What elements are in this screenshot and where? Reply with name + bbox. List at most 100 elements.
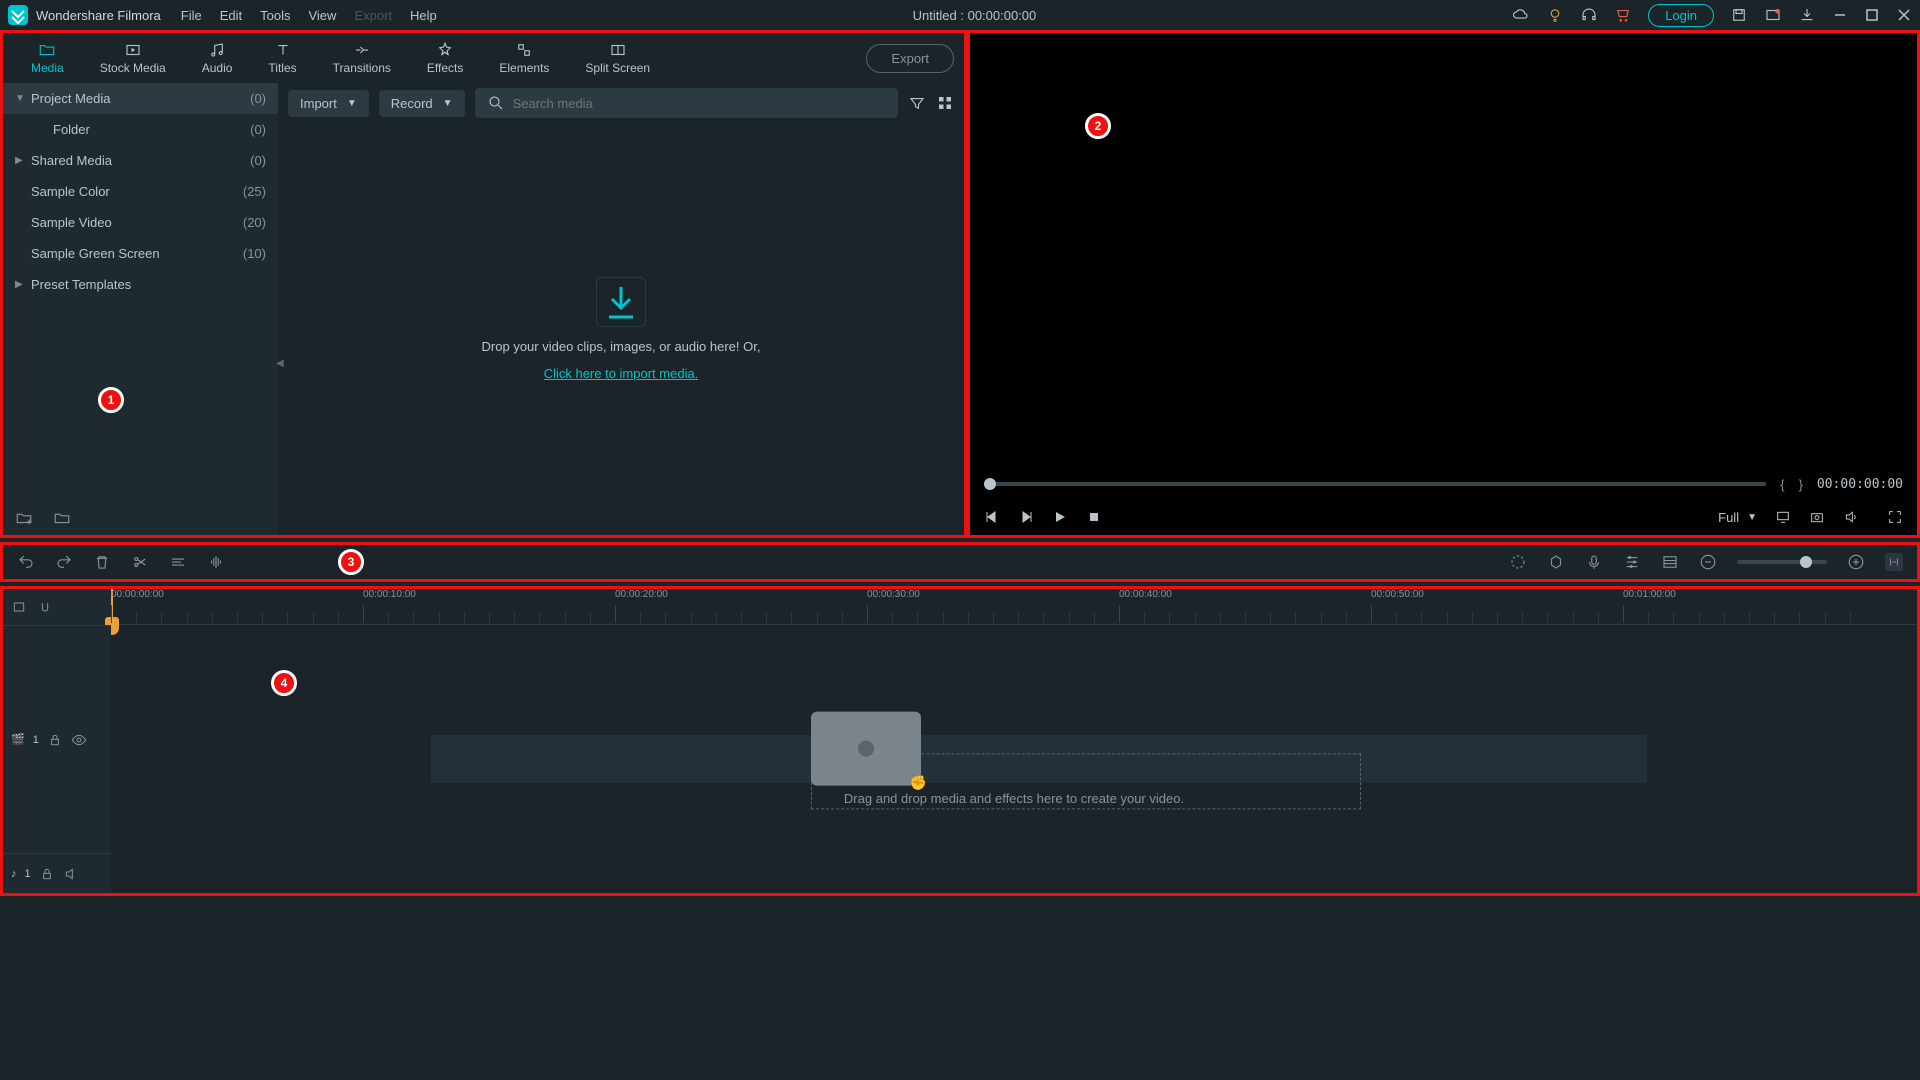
document-title: Untitled : 00:00:00:00	[437, 8, 1512, 23]
voiceover-icon[interactable]	[1585, 553, 1603, 571]
mark-in-icon[interactable]: {	[1780, 477, 1784, 492]
display-icon[interactable]	[1775, 509, 1791, 525]
menu-help[interactable]: Help	[410, 8, 437, 23]
menu-bar: File Edit Tools View Export Help	[181, 8, 437, 23]
lock-icon[interactable]	[39, 866, 55, 882]
scrubber-handle[interactable]	[984, 478, 996, 490]
tab-transitions[interactable]: Transitions	[315, 37, 409, 79]
media-sidebar: ▼ Project Media (0) Folder (0) ▶ Shared …	[3, 83, 278, 535]
search-media-input[interactable]	[475, 88, 898, 118]
menu-file[interactable]: File	[181, 8, 202, 23]
menu-edit[interactable]: Edit	[220, 8, 242, 23]
redo-icon[interactable]	[55, 553, 73, 571]
prev-frame-icon[interactable]	[984, 509, 1000, 525]
title-bar: Wondershare Filmora File Edit Tools View…	[0, 0, 1920, 30]
tab-effects[interactable]: Effects	[409, 37, 481, 79]
login-button[interactable]: Login	[1648, 4, 1714, 27]
message-icon[interactable]	[1764, 6, 1782, 24]
import-dropdown[interactable]: Import ▼	[288, 90, 369, 117]
mute-icon[interactable]	[63, 866, 79, 882]
annotation-badge-4: 4	[271, 670, 297, 696]
track-options-icon[interactable]	[11, 599, 27, 615]
audio-edit-icon[interactable]	[207, 553, 225, 571]
zoom-slider[interactable]	[1737, 560, 1827, 564]
mixer-icon[interactable]	[1623, 553, 1641, 571]
timeline-tracks[interactable]: ✊ Drag and drop media and effects here t…	[111, 625, 1917, 893]
music-icon	[208, 41, 226, 59]
headphones-icon[interactable]	[1580, 6, 1598, 24]
play-icon[interactable]	[1052, 509, 1068, 525]
tab-stock-media[interactable]: Stock Media	[82, 37, 184, 79]
maximize-button[interactable]	[1864, 7, 1880, 23]
tab-media[interactable]: Media	[13, 37, 82, 79]
mark-out-icon[interactable]: }	[1799, 477, 1803, 492]
workspace-tabs: Media Stock Media Audio Titles Transitio…	[3, 33, 964, 83]
lock-icon[interactable]	[47, 732, 63, 748]
close-button[interactable]	[1896, 7, 1912, 23]
cart-icon[interactable]	[1614, 6, 1632, 24]
zoom-handle[interactable]	[1800, 556, 1812, 568]
new-folder-icon[interactable]	[15, 509, 33, 527]
tree-sample-green[interactable]: Sample Green Screen (10)	[3, 238, 278, 269]
zoom-in-icon[interactable]	[1847, 553, 1865, 571]
tab-split-screen[interactable]: Split Screen	[567, 37, 668, 79]
preview-viewport[interactable]	[970, 33, 1917, 469]
text-icon	[274, 41, 292, 59]
fullscreen-icon[interactable]	[1887, 509, 1903, 525]
render-icon[interactable]	[1509, 553, 1527, 571]
next-frame-icon[interactable]	[1018, 509, 1034, 525]
delete-icon[interactable]	[93, 553, 111, 571]
timeline-hint: Drag and drop media and effects here to …	[844, 791, 1184, 806]
tree-folder[interactable]: Folder (0)	[3, 114, 278, 145]
menu-tools[interactable]: Tools	[260, 8, 290, 23]
tree-shared-media[interactable]: ▶ Shared Media (0)	[3, 145, 278, 176]
split-clip-icon[interactable]	[131, 553, 149, 571]
volume-icon[interactable]	[1843, 509, 1859, 525]
import-arrow-icon	[596, 277, 646, 327]
folder-icon[interactable]	[53, 509, 71, 527]
collapse-sidebar-icon[interactable]: ◀	[276, 358, 286, 378]
video-track-head[interactable]: 🎬 1	[3, 625, 111, 853]
menu-view[interactable]: View	[308, 8, 336, 23]
import-media-link[interactable]: Click here to import media.	[544, 366, 699, 381]
tree-project-media[interactable]: ▼ Project Media (0)	[3, 83, 278, 114]
video-track-icon: 🎬	[11, 733, 25, 746]
preview-scrubber[interactable]	[984, 482, 1766, 486]
tab-audio[interactable]: Audio	[184, 37, 251, 79]
menu-export: Export	[354, 8, 392, 23]
visibility-icon[interactable]	[71, 732, 87, 748]
stop-icon[interactable]	[1086, 509, 1102, 525]
audio-track-head[interactable]: ♪ 1	[3, 853, 111, 893]
folder-icon	[38, 41, 56, 59]
tree-sample-video[interactable]: Sample Video (20)	[3, 207, 278, 238]
download-icon[interactable]	[1798, 6, 1816, 24]
preview-quality-dropdown[interactable]: Full ▼	[1718, 510, 1757, 525]
tree-preset-templates[interactable]: ▶ Preset Templates	[3, 269, 278, 300]
timeline-drop-thumbnail[interactable]: ✊	[811, 712, 921, 786]
export-button[interactable]: Export	[866, 44, 954, 73]
grid-view-icon[interactable]	[936, 94, 954, 112]
marker-icon[interactable]	[1547, 553, 1565, 571]
record-dropdown[interactable]: Record ▼	[379, 90, 465, 117]
media-drop-area[interactable]: Drop your video clips, images, or audio …	[278, 123, 964, 535]
minimize-button[interactable]	[1832, 7, 1848, 23]
media-content: Import ▼ Record ▼	[278, 83, 964, 535]
lightbulb-icon[interactable]	[1546, 6, 1564, 24]
chevron-down-icon: ▼	[443, 98, 453, 109]
filter-icon[interactable]	[908, 94, 926, 112]
undo-icon[interactable]	[17, 553, 35, 571]
track-manager-icon[interactable]	[1661, 553, 1679, 571]
preview-panel: 2 { } 00:00:00:00 Full ▼	[967, 30, 1920, 538]
tab-elements[interactable]: Elements	[481, 37, 567, 79]
snap-icon[interactable]	[37, 599, 53, 615]
timeline-toolbar: 3	[0, 542, 1920, 582]
timeline-ruler[interactable]: 00:00:00:0000:00:10:0000:00:20:0000:00:3…	[111, 589, 1917, 625]
tree-sample-color[interactable]: Sample Color (25)	[3, 176, 278, 207]
crop-icon[interactable]	[169, 553, 187, 571]
zoom-out-icon[interactable]	[1699, 553, 1717, 571]
save-icon[interactable]	[1730, 6, 1748, 24]
cloud-icon[interactable]	[1512, 6, 1530, 24]
tab-titles[interactable]: Titles	[250, 37, 314, 79]
zoom-fit-icon[interactable]	[1885, 553, 1903, 571]
snapshot-icon[interactable]	[1809, 509, 1825, 525]
